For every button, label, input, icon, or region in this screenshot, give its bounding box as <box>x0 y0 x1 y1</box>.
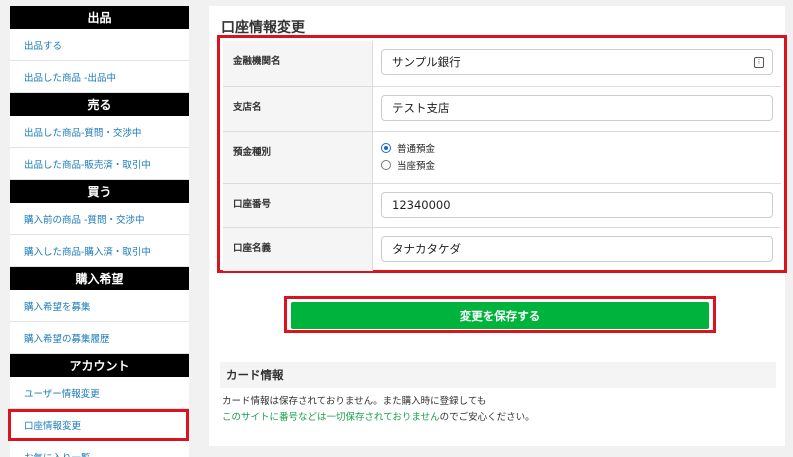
sidebar-item-wanted-history[interactable]: 購入希望の募集履歴 <box>10 322 189 354</box>
account-holder-row: 口座名義 タナカタケダ <box>223 228 781 271</box>
radio-current-label: 当座預金 <box>397 161 436 172</box>
sidebar-item-sell-sold[interactable]: 出品した商品-販売済・取引中 <box>10 148 189 180</box>
card-info-rest-text: のでご安心ください。 <box>439 412 535 423</box>
account-number-field[interactable]: 12340000 <box>381 192 773 218</box>
radio-ordinary-label: 普通預金 <box>397 144 436 155</box>
account-holder-field[interactable]: タナカタケダ <box>381 236 773 262</box>
card-info-green-text: このサイトに番号などは一切保存されておりません <box>222 412 440 423</box>
account-type-label: 預金種別 <box>223 132 373 183</box>
account-number-row: 口座番号 12340000 <box>223 184 781 228</box>
save-button-highlight: 変更を保存する <box>284 296 716 333</box>
bank-name-field[interactable]: サンプル銀行 ⁝ <box>381 49 773 75</box>
section-header-account: アカウント <box>10 354 189 377</box>
radio-checked-icon[interactable] <box>381 143 391 153</box>
page-title: 口座情報変更 <box>221 20 305 36</box>
account-number-value: 12340000 <box>392 198 451 212</box>
bank-form: 金融機関名 サンプル銀行 ⁝ 支店名 テスト支店 預金種別 普通預金 当座預金 … <box>223 41 781 271</box>
bank-name-value: サンプル銀行 <box>392 55 461 69</box>
branch-field[interactable]: テスト支店 <box>381 95 773 121</box>
radio-ordinary[interactable]: 普通預金 <box>381 141 773 155</box>
branch-label: 支店名 <box>223 87 373 131</box>
account-number-label: 口座番号 <box>223 184 373 227</box>
account-holder-value: タナカタケダ <box>392 242 461 256</box>
sidebar-item-user-info[interactable]: ユーザー情報変更 <box>10 377 189 409</box>
section-header-buy: 買う <box>10 180 189 203</box>
section-header-wanted: 購入希望 <box>10 267 189 290</box>
section-header-listing: 出品 <box>10 6 189 29</box>
radio-unchecked-icon[interactable] <box>381 160 391 170</box>
sidebar-item-sell-negotiating[interactable]: 出品した商品-質問・交渉中 <box>10 116 189 148</box>
bank-form-highlight: 金融機関名 サンプル銀行 ⁝ 支店名 テスト支店 預金種別 普通預金 当座預金 … <box>217 35 787 273</box>
sidebar-item-buy-purchased[interactable]: 購入した商品-購入済・取引中 <box>10 235 189 267</box>
sidebar-item-buy-negotiating[interactable]: 購入前の商品 -質問・交渉中 <box>10 203 189 235</box>
branch-row: 支店名 テスト支店 <box>223 87 781 132</box>
main-panel: 口座情報変更 金融機関名 サンプル銀行 ⁝ 支店名 テスト支店 預金種別 普通預… <box>209 6 787 446</box>
sidebar-item-wanted-post[interactable]: 購入希望を募集 <box>10 290 189 322</box>
sidebar-item-favorites[interactable]: お気に入り一覧 <box>10 441 189 457</box>
section-header-sell: 売る <box>10 93 189 116</box>
account-type-row: 預金種別 普通預金 当座預金 <box>223 132 781 184</box>
sidebar: 出品 出品する 出品した商品 -出品中 売る 出品した商品-質問・交渉中 出品し… <box>8 6 189 457</box>
sidebar-item-listed-products[interactable]: 出品した商品 -出品中 <box>10 61 189 93</box>
account-holder-label: 口座名義 <box>223 228 373 271</box>
save-button[interactable]: 変更を保存する <box>291 302 709 329</box>
card-info-line2: このサイトに番号などは一切保存されておりませんのでご安心ください。 <box>222 410 535 426</box>
card-info-heading: カード情報 <box>220 362 776 388</box>
bank-row: 金融機関名 サンプル銀行 ⁝ <box>223 41 781 87</box>
sidebar-item-bank-account[interactable]: 口座情報変更 <box>8 409 189 441</box>
card-info-text: カード情報は保存されておりません。また購入時に登録しても このサイトに番号などは… <box>222 394 535 426</box>
branch-value: テスト支店 <box>392 101 450 115</box>
sidebar-item-list-item[interactable]: 出品する <box>10 29 189 61</box>
radio-current[interactable]: 当座預金 <box>381 158 773 172</box>
bank-label: 金融機関名 <box>223 41 373 86</box>
dropdown-list-icon[interactable]: ⁝ <box>754 57 764 68</box>
card-info-line1: カード情報は保存されておりません。また購入時に登録しても <box>222 396 487 407</box>
